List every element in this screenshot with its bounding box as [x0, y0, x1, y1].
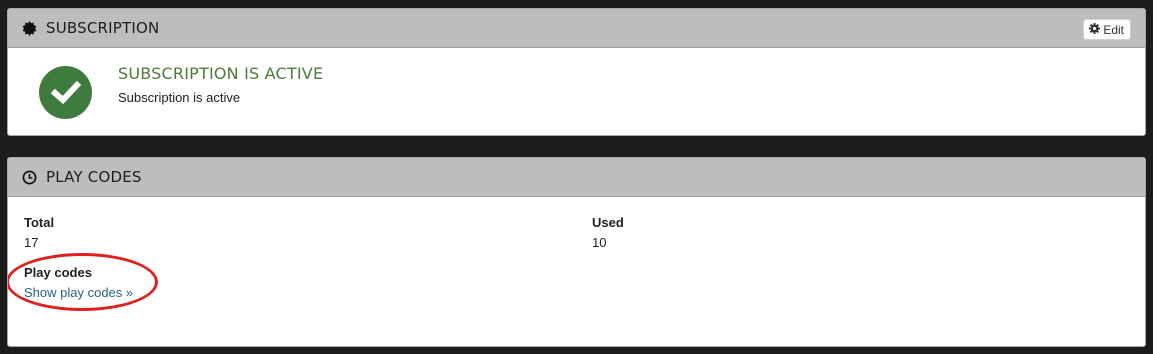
- subscription-status-title: SUBSCRIPTION IS ACTIVE: [118, 64, 324, 83]
- subscription-status-text: Subscription is active: [118, 90, 241, 105]
- play-codes-panel-body: Total 17 Used 10 Play codes Show play co…: [8, 197, 1145, 346]
- subscription-panel-title: SUBSCRIPTION: [46, 19, 160, 37]
- subscription-panel-header: SUBSCRIPTION Edit: [8, 9, 1145, 48]
- edit-button[interactable]: Edit: [1083, 19, 1131, 40]
- play-codes-panel: PLAY CODES Total 17 Used 10 Play codes S…: [7, 157, 1146, 347]
- check-circle-icon: [39, 66, 92, 119]
- highlight-ellipse: [8, 253, 158, 311]
- play-codes-panel-header: PLAY CODES: [8, 158, 1145, 197]
- play-codes-panel-title: PLAY CODES: [46, 168, 142, 186]
- total-value: 17: [24, 235, 39, 250]
- edit-button-label: Edit: [1103, 22, 1124, 37]
- certificate-icon: [22, 20, 37, 36]
- gear-icon: [1089, 22, 1103, 37]
- total-label: Total: [24, 215, 55, 230]
- show-play-codes-link[interactable]: Show play codes »: [24, 285, 133, 300]
- play-codes-label: Play codes: [24, 265, 92, 280]
- subscription-panel-body: SUBSCRIPTION IS ACTIVE Subscription is a…: [8, 48, 1145, 135]
- used-label: Used: [592, 215, 624, 230]
- clock-icon: [22, 170, 37, 185]
- subscription-panel: SUBSCRIPTION Edit SUBSCRIPTION IS ACTIVE…: [7, 8, 1146, 136]
- used-value: 10: [592, 235, 607, 250]
